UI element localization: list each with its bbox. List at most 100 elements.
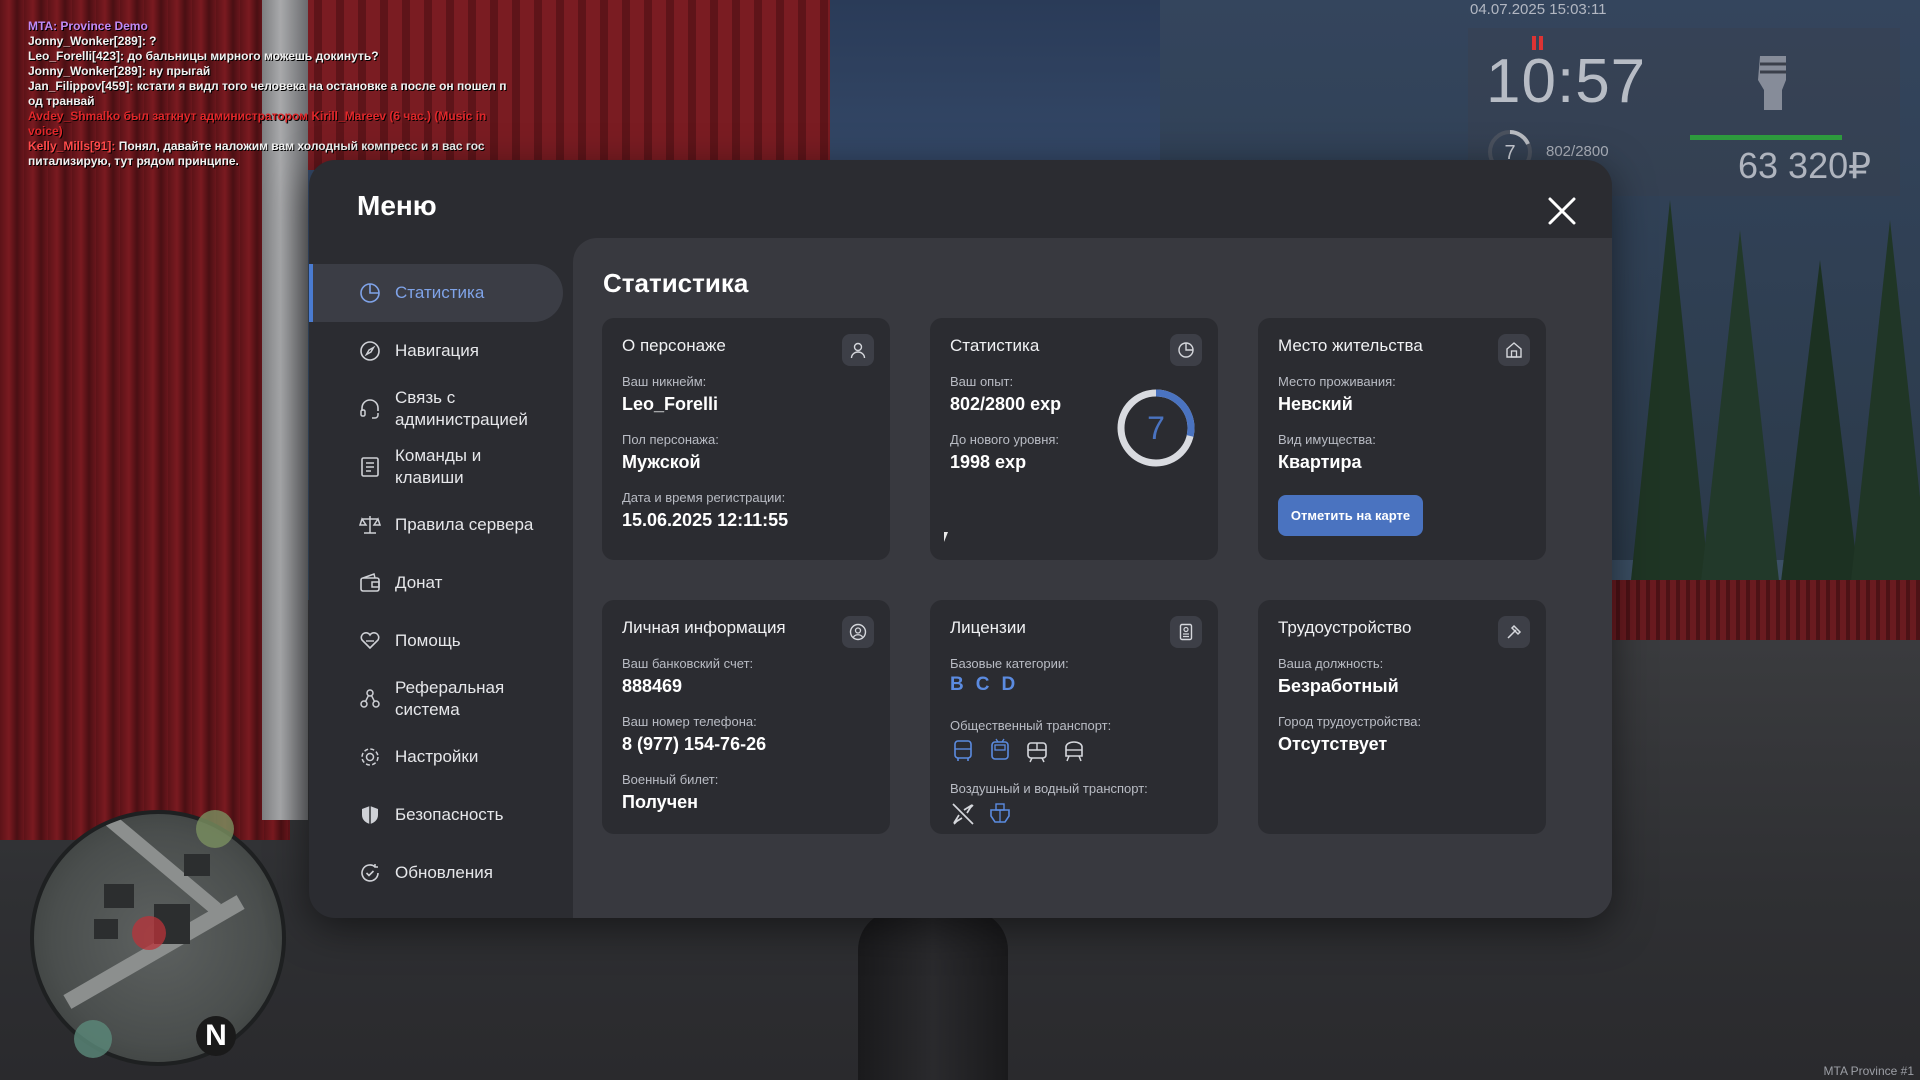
refresh-check-icon [361,864,379,882]
level-number: 7 [1147,410,1165,446]
card-statistics: Статистика Ваш опыт: 802/2800 exp До нов… [930,318,1218,560]
public-transport-icons [950,738,1087,764]
nickname-value: Leo_Forelli [622,394,719,414]
residence-place-value: Невский [1278,394,1353,414]
air-water-transport-label: Воздушный и водный транспорт: [950,781,1148,796]
exp-label: Ваш опыт: [950,374,1014,389]
gender-value: Мужской [622,452,701,472]
card-licenses: Лицензии Базовые категории: B C D Общест… [930,600,1218,834]
sidebar-item-admin-contact[interactable]: Связь с администрацией [309,380,563,438]
card-title: Личная информация [622,618,786,637]
card-icon-box [1170,334,1202,366]
card-title: Трудоустройство [1278,618,1412,637]
bank-account-value: 888469 [622,676,683,696]
license-category: B [950,674,964,695]
phone-label: Ваш номер телефона: [622,714,757,729]
registration-value: 15.06.2025 12:11:55 [622,510,789,530]
license-category: D [1001,674,1016,695]
map-building [94,919,118,939]
sidebar-item-help[interactable]: Помощь [309,612,563,670]
sidebar-item-statistics[interactable]: Статистика [309,264,563,322]
sidebar-item-settings[interactable]: Настройки [309,728,563,786]
pie-chart-icon [1178,342,1194,358]
close-icon[interactable] [1545,194,1579,228]
card-personal-info: Личная информация Ваш банковский счет: 8… [602,600,890,834]
user-icon [850,342,866,359]
job-position-label: Ваша должность: [1278,656,1384,671]
sidebar-item-label: Настройки [395,747,479,766]
metro-icon [1065,741,1083,762]
exp-value: 802/2800 exp [950,394,1062,414]
player-character [858,910,1008,1080]
sidebar-item-referral[interactable]: Реферальная система [309,670,563,728]
player-marker-icon [132,916,166,950]
bus-stop-map-icon [196,810,234,848]
content-title: Статистика [603,268,749,298]
sidebar-item-donate[interactable]: Донат [309,554,563,612]
license-categories: B C D [950,674,1015,696]
card-title: Статистика [950,336,1040,355]
mouse-cursor [944,532,952,542]
card-icon-box [1498,334,1530,366]
gender-label: Пол персонажа: [622,432,719,447]
sidebar-item-label: Реферальная система [395,678,505,719]
chat-line: MTA: Province Demo [28,19,148,33]
residence-place-label: Место проживания: [1278,374,1396,389]
content-panel: Статистика О персонаже Ваш никнейм: Leo_… [573,238,1612,918]
chat-line: Jonny_Wonker[289]: ? [28,34,157,48]
sidebar-item-security[interactable]: Безопасность [309,786,563,844]
menu-modal: Меню Статистика Навигация Связь с админи… [309,160,1612,918]
card-residence: Место жительства Место проживания: Невск… [1258,318,1546,560]
sidebar-item-label: Связь с администрацией [395,388,528,429]
headset-icon [360,399,379,419]
phone-value: 8 (977) 154-76-26 [622,734,767,754]
tree [1700,230,1780,590]
car-map-icon [74,1020,112,1058]
card-icon-box [1498,616,1530,648]
card-icon-box [842,616,874,648]
chat-line: Jonny_Wonker[289]: ну прыгай [28,64,211,78]
card-title: Лицензии [950,618,1026,637]
plane-icon [952,803,974,825]
pie-chart-icon [360,283,380,303]
sidebar-item-navigation[interactable]: Навигация [309,322,563,380]
property-type-value: Квартира [1278,452,1362,472]
health-bar [1690,135,1842,140]
sidebar-item-commands[interactable]: Команды и клавиши [309,438,563,496]
military-id-label: Военный билет: [622,772,719,787]
nickname-label: Ваш никнейм: [622,374,707,389]
north-indicator: N [196,1016,236,1056]
scales-icon [358,516,382,534]
mark-on-map-button[interactable]: Отметить на карте [1278,495,1423,536]
tree [1780,260,1860,590]
card-title: Место жительства [1278,336,1423,355]
map-building [104,884,134,908]
hud-clock: 10:57 [1486,47,1647,116]
sidebar-item-label: Статистика [395,283,485,302]
job-city-value: Отсутствует [1278,734,1388,754]
sidebar-item-label: Помощь [395,631,461,650]
document-icon [361,457,379,477]
sidebar-item-rules[interactable]: Правила сервера [309,496,563,554]
card-icon-box [1170,616,1202,648]
next-level-value: 1998 exp [950,452,1027,472]
registration-label: Дата и время регистрации: [622,490,786,505]
sidebar-item-label: Навигация [395,341,479,360]
user-circle-icon [849,623,867,641]
gear-icon [361,748,379,766]
chat-sender: Kelly_Mills[91]: [28,139,116,153]
card-character: О персонаже Ваш никнейм: Leo_Forelli Пол… [602,318,890,560]
sidebar-item-updates[interactable]: Обновления [309,844,563,902]
menu-title: Меню [357,190,437,221]
house-icon [1506,342,1522,358]
public-transport-label: Общественный транспорт: [950,718,1112,733]
red-fence [1610,580,1920,640]
license-card-icon [1179,623,1193,641]
property-type-label: Вид имущества: [1278,432,1376,447]
sidebar-item-label: Донат [395,573,443,592]
next-level-label: До нового уровня: [950,432,1060,447]
shield-icon [362,806,378,824]
sidebar-item-label: Безопасность [395,805,504,824]
wallet-icon [360,573,380,592]
hud-exp: 802/2800 [1546,143,1609,160]
